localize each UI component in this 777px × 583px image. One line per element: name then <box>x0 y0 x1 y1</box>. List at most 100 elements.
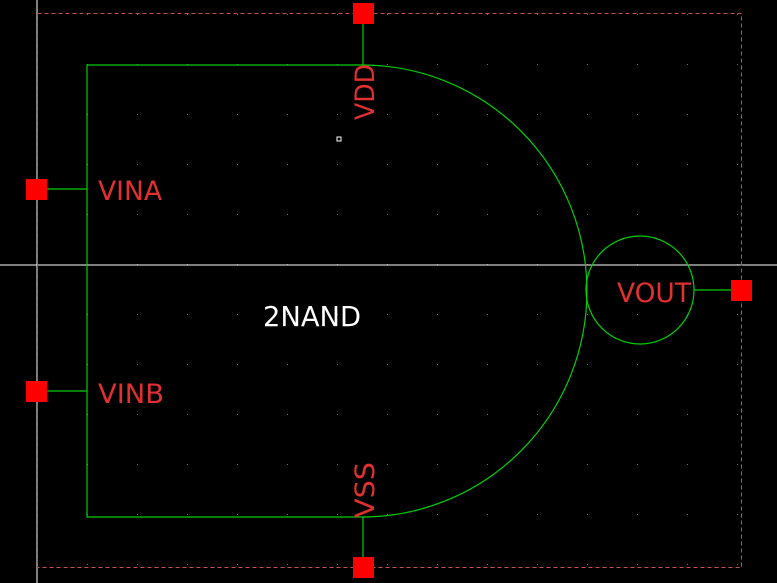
grid-dot <box>237 114 238 115</box>
grid-dot <box>237 414 238 415</box>
grid-dot <box>337 214 338 215</box>
vss-pin[interactable] <box>353 557 374 578</box>
grid-dot <box>487 14 488 15</box>
grid-dot <box>587 14 588 15</box>
grid-dot <box>437 414 438 415</box>
grid-dot <box>287 464 288 465</box>
grid-dot <box>237 514 238 515</box>
grid-dot <box>437 364 438 365</box>
grid-dot <box>737 314 738 315</box>
grid-dot <box>387 564 388 565</box>
grid-dot <box>737 214 738 215</box>
schematic-canvas[interactable]: VINA VINB VOUT VDD VSS 2NAND <box>0 0 777 583</box>
grid-dot <box>337 364 338 365</box>
grid-dot <box>437 514 438 515</box>
grid-dot <box>637 214 638 215</box>
grid-dot <box>137 164 138 165</box>
grid-dot <box>187 164 188 165</box>
grid-dot <box>387 314 388 315</box>
grid-dot <box>587 64 588 65</box>
grid-dot <box>587 164 588 165</box>
grid-dot <box>137 14 138 15</box>
grid-dot <box>537 414 538 415</box>
grid-dot <box>537 364 538 365</box>
grid-dot <box>187 114 188 115</box>
grid-dot <box>387 164 388 165</box>
grid-dot <box>387 64 388 65</box>
grid-dot <box>487 514 488 515</box>
grid-dot <box>587 364 588 365</box>
grid-dot <box>687 14 688 15</box>
vout-label: VOUT <box>617 278 691 309</box>
grid-dot <box>637 114 638 115</box>
grid-dot <box>137 464 138 465</box>
grid-dot <box>537 64 538 65</box>
grid-dot <box>737 464 738 465</box>
grid-dot <box>687 214 688 215</box>
vout-pin[interactable] <box>731 280 752 301</box>
grid-dot <box>387 14 388 15</box>
grid-dot <box>287 214 288 215</box>
vdd-pin[interactable] <box>353 3 374 24</box>
grid-dot <box>137 414 138 415</box>
grid-dot <box>337 164 338 165</box>
grid-dot <box>187 464 188 465</box>
grid-dot <box>237 564 238 565</box>
grid-dot <box>687 114 688 115</box>
vina-label: VINA <box>98 176 162 207</box>
grid-dot <box>587 414 588 415</box>
grid-dot <box>487 214 488 215</box>
grid-dot <box>487 114 488 115</box>
grid-dot <box>437 214 438 215</box>
grid-dot <box>337 464 338 465</box>
grid-dot <box>287 164 288 165</box>
grid-dot <box>437 114 438 115</box>
grid-dot <box>637 164 638 165</box>
grid-dot <box>337 414 338 415</box>
cell-name-label: 2NAND <box>263 300 361 333</box>
grid-dot <box>287 564 288 565</box>
grid-dot <box>587 114 588 115</box>
grid-dot <box>187 414 188 415</box>
grid-dot <box>437 164 438 165</box>
grid-dot <box>337 514 338 515</box>
grid-dot <box>737 514 738 515</box>
grid-dot <box>287 114 288 115</box>
grid-dot <box>187 564 188 565</box>
grid-dot <box>737 14 738 15</box>
grid-dot <box>237 314 238 315</box>
grid-dot <box>587 214 588 215</box>
grid-dot <box>737 164 738 165</box>
vinb-pin[interactable] <box>26 381 47 402</box>
grid-dot <box>137 114 138 115</box>
grid-dot <box>737 114 738 115</box>
grid-dot <box>637 564 638 565</box>
grid-dot <box>237 364 238 365</box>
grid-dot <box>587 564 588 565</box>
grid-dot <box>187 364 188 365</box>
grid-dot <box>387 514 388 515</box>
grid-dot <box>687 414 688 415</box>
grid-dot <box>337 14 338 15</box>
grid-dot <box>437 464 438 465</box>
grid-dot <box>587 464 588 465</box>
grid-dot <box>637 64 638 65</box>
grid-dot <box>487 64 488 65</box>
grid-dot <box>287 414 288 415</box>
grid-dot <box>187 314 188 315</box>
grid-dot <box>287 364 288 365</box>
grid-dot <box>87 14 88 15</box>
grid-dot <box>637 514 638 515</box>
grid-dot <box>387 464 388 465</box>
grid-dot <box>487 464 488 465</box>
grid-dot <box>387 414 388 415</box>
grid-dot <box>437 314 438 315</box>
grid-dot <box>687 64 688 65</box>
grid-dot <box>537 114 538 115</box>
grid-dot <box>137 564 138 565</box>
vdd-label: VDD <box>350 64 381 120</box>
grid-dot <box>537 164 538 165</box>
grid-dot <box>687 464 688 465</box>
grid-dot <box>387 214 388 215</box>
vina-pin[interactable] <box>26 179 47 200</box>
